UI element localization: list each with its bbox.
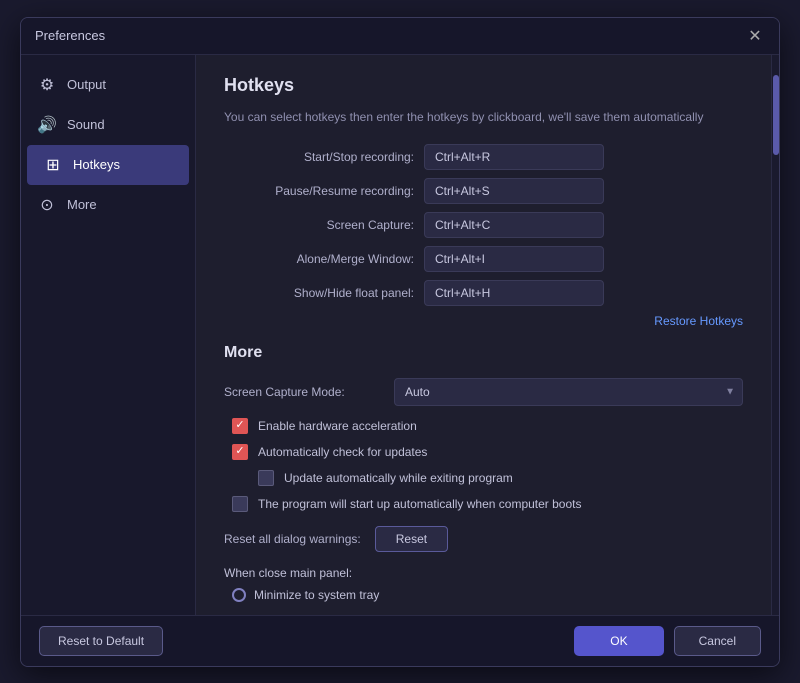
reset-dialogs-button[interactable]: Reset: [375, 526, 448, 552]
check-icon: ✓: [235, 446, 244, 457]
hotkey-label-3: Alone/Merge Window:: [224, 252, 414, 266]
reset-to-default-button[interactable]: Reset to Default: [39, 626, 163, 656]
minimize-radio-button[interactable]: [232, 588, 246, 602]
hotkey-label-1: Pause/Resume recording:: [224, 184, 414, 198]
reset-dialogs-label: Reset all dialog warnings:: [224, 532, 361, 546]
hardware-acceleration-row[interactable]: ✓ Enable hardware acceleration: [224, 418, 743, 434]
ok-button[interactable]: OK: [574, 626, 663, 656]
hotkey-row-start-stop: Start/Stop recording:: [224, 144, 743, 170]
sidebar-item-label: More: [67, 197, 97, 212]
when-close-label: When close main panel:: [224, 566, 743, 580]
hotkey-row-float-panel: Show/Hide float panel:: [224, 280, 743, 306]
preferences-dialog: Preferences ✕ ⚙ Output 🔊 Sound ⊞ Hotkeys…: [20, 17, 780, 667]
main-content: Hotkeys You can select hotkeys then ente…: [196, 55, 771, 615]
reset-dialogs-row: Reset all dialog warnings: Reset: [224, 526, 743, 552]
dialog-body: ⚙ Output 🔊 Sound ⊞ Hotkeys ⊙ More Hotkey…: [21, 55, 779, 615]
sidebar-item-output[interactable]: ⚙ Output: [21, 65, 195, 105]
hotkey-label-2: Screen Capture:: [224, 218, 414, 232]
sidebar-item-more[interactable]: ⊙ More: [21, 185, 195, 225]
startup-label: The program will start up automatically …: [258, 497, 581, 511]
close-button[interactable]: ✕: [745, 26, 765, 46]
footer-right-buttons: OK Cancel: [574, 626, 761, 656]
title-bar: Preferences ✕: [21, 18, 779, 55]
exit-update-label: Update automatically while exiting progr…: [284, 471, 513, 485]
minimize-radio-label: Minimize to system tray: [254, 588, 379, 602]
auto-update-checkbox[interactable]: ✓: [232, 444, 248, 460]
auto-update-row[interactable]: ✓ Automatically check for updates: [224, 444, 743, 460]
output-icon: ⚙: [37, 75, 57, 95]
scrollbar-track[interactable]: [771, 55, 779, 615]
sidebar: ⚙ Output 🔊 Sound ⊞ Hotkeys ⊙ More: [21, 55, 196, 615]
cancel-button[interactable]: Cancel: [674, 626, 761, 656]
startup-row[interactable]: The program will start up automatically …: [224, 496, 743, 512]
screen-capture-mode-select[interactable]: Auto Manual Window Screen: [394, 378, 743, 406]
hotkey-row-pause-resume: Pause/Resume recording:: [224, 178, 743, 204]
sound-icon: 🔊: [37, 115, 57, 135]
hardware-acceleration-label: Enable hardware acceleration: [258, 419, 417, 433]
footer: Reset to Default OK Cancel: [21, 615, 779, 666]
hardware-acceleration-checkbox[interactable]: ✓: [232, 418, 248, 434]
sidebar-item-label: Sound: [67, 117, 105, 132]
dialog-title: Preferences: [35, 28, 105, 43]
hotkeys-description: You can select hotkeys then enter the ho…: [224, 108, 743, 126]
auto-update-label: Automatically check for updates: [258, 445, 427, 459]
hotkey-label-4: Show/Hide float panel:: [224, 286, 414, 300]
hotkey-label-0: Start/Stop recording:: [224, 150, 414, 164]
hotkey-input-alone-merge[interactable]: [424, 246, 604, 272]
hotkey-input-pause-resume[interactable]: [424, 178, 604, 204]
exit-update-checkbox[interactable]: [258, 470, 274, 486]
scrollbar-thumb[interactable]: [773, 75, 779, 155]
sidebar-item-sound[interactable]: 🔊 Sound: [21, 105, 195, 145]
hotkeys-title: Hotkeys: [224, 75, 743, 96]
hotkeys-icon: ⊞: [43, 155, 63, 175]
sidebar-item-label: Output: [67, 77, 106, 92]
exit-update-row[interactable]: Update automatically while exiting progr…: [224, 470, 743, 486]
screen-capture-mode-label: Screen Capture Mode:: [224, 385, 384, 399]
startup-checkbox[interactable]: [232, 496, 248, 512]
hotkey-input-start-stop[interactable]: [424, 144, 604, 170]
screen-capture-mode-wrapper: Auto Manual Window Screen ▼: [394, 378, 743, 406]
hotkey-row-screen-capture: Screen Capture:: [224, 212, 743, 238]
check-icon: ✓: [235, 420, 244, 431]
screen-capture-mode-row: Screen Capture Mode: Auto Manual Window …: [224, 378, 743, 406]
hotkey-input-float-panel[interactable]: [424, 280, 604, 306]
more-title: More: [224, 344, 743, 362]
more-icon: ⊙: [37, 195, 57, 215]
hotkey-input-screen-capture[interactable]: [424, 212, 604, 238]
restore-hotkeys-link[interactable]: Restore Hotkeys: [224, 314, 743, 328]
minimize-radio-row[interactable]: Minimize to system tray: [224, 588, 743, 602]
sidebar-item-hotkeys[interactable]: ⊞ Hotkeys: [27, 145, 189, 185]
hotkey-row-alone-merge: Alone/Merge Window:: [224, 246, 743, 272]
sidebar-item-label: Hotkeys: [73, 157, 120, 172]
